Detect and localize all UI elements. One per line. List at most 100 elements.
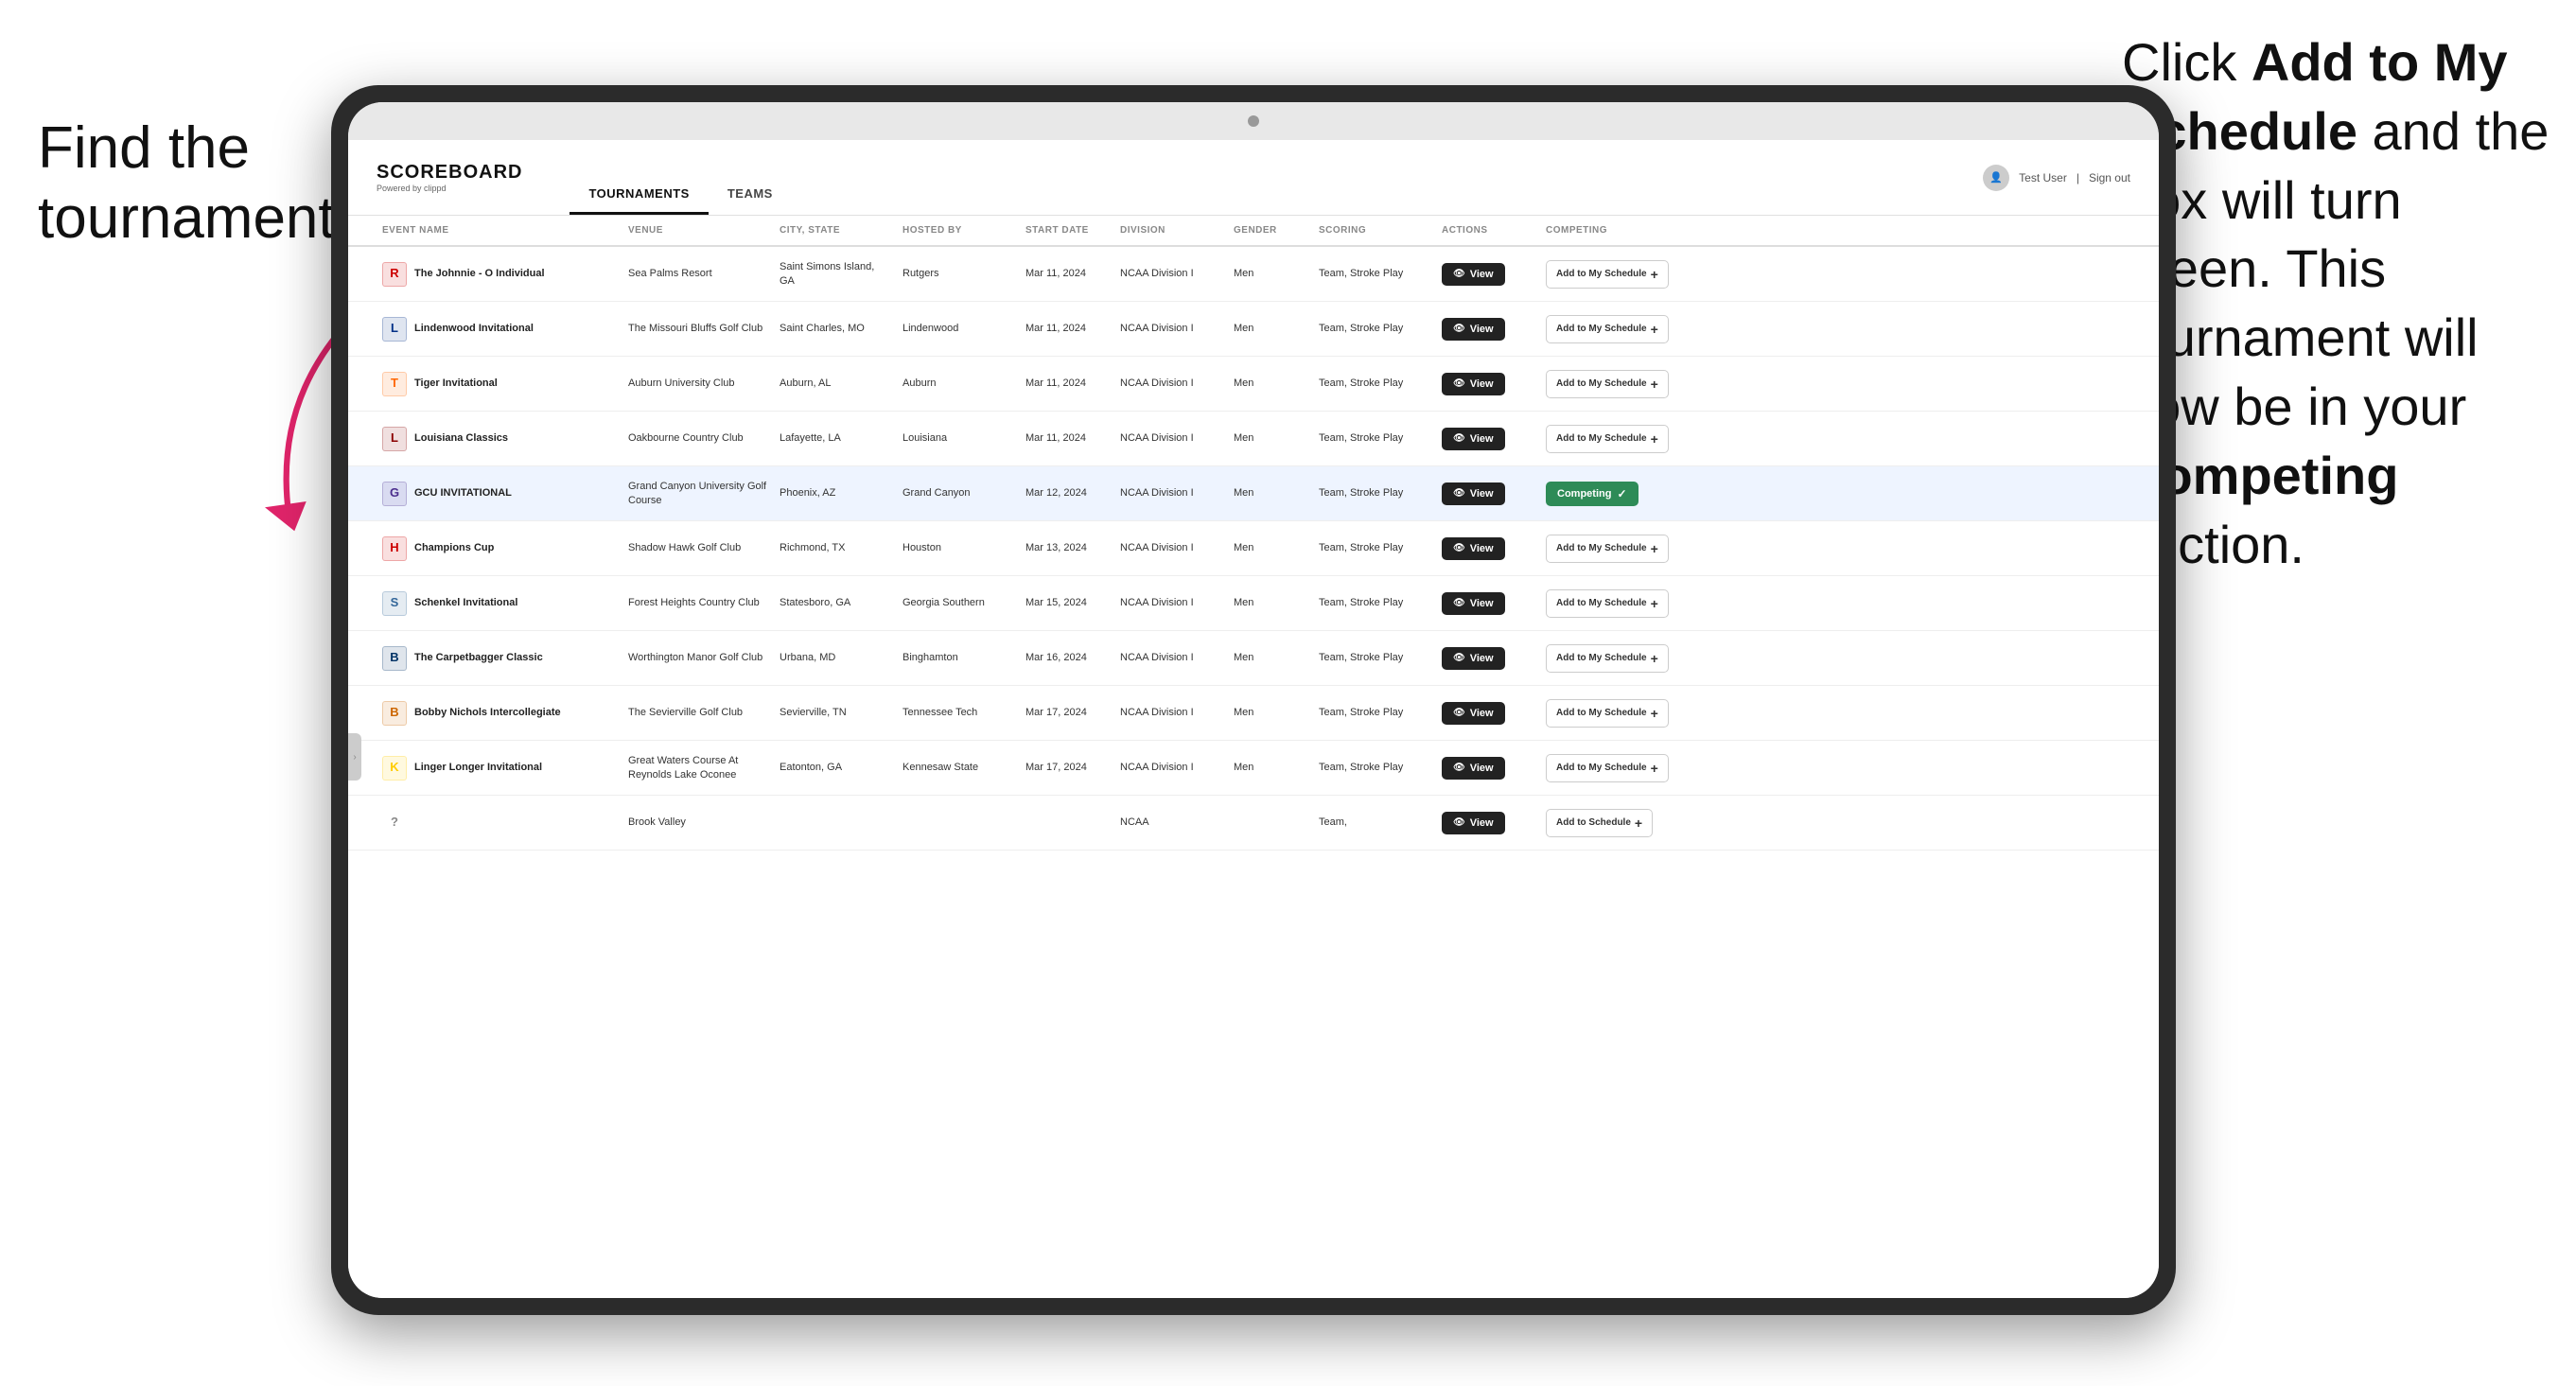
plus-icon: + [1651,322,1658,337]
eye-icon: 👁 [1453,598,1465,608]
hosted-by-cell: Georgia Southern [897,588,1020,617]
event-name-text: Linger Longer Invitational [414,761,542,774]
view-button[interactable]: 👁 View [1442,757,1505,780]
start-date-cell: Mar 15, 2024 [1020,588,1114,617]
table-row: S Schenkel Invitational Forest Heights C… [348,576,2159,631]
view-button[interactable]: 👁 View [1442,702,1505,725]
division-cell: NCAA Division I [1114,534,1228,562]
competing-cell: Add to My Schedule + [1540,417,1701,461]
start-date-cell: Mar 16, 2024 [1020,643,1114,672]
plus-icon: + [1651,377,1658,392]
sign-out-link[interactable]: Sign out [2089,171,2130,184]
city-state-cell: Saint Charles, MO [774,314,897,342]
checkmark-icon: ✓ [1617,487,1626,500]
right-annotation: Click Add to My Schedule and the box wil… [2122,28,2557,579]
plus-icon: + [1651,431,1658,447]
view-button[interactable]: 👁 View [1442,482,1505,505]
add-schedule-label: Add to My Schedule [1556,433,1647,444]
tab-tournaments[interactable]: TOURNAMENTS [570,175,708,215]
scoring-cell: Team, Stroke Play [1313,753,1436,781]
add-schedule-label: Add to My Schedule [1556,324,1647,334]
actions-cell: 👁 View [1436,694,1540,732]
event-name-text: Bobby Nichols Intercollegiate [414,706,561,719]
event-name-cell: R The Johnnie - O Individual [377,254,622,294]
venue-cell: Forest Heights Country Club [622,588,774,617]
team-logo: K [382,756,407,781]
logo-title: SCOREBOARD [377,162,522,184]
competing-cell: Add to My Schedule + [1540,527,1701,570]
plus-icon: + [1651,761,1658,776]
add-to-schedule-button[interactable]: Add to Schedule + [1546,809,1653,837]
tab-teams[interactable]: TEAMS [709,175,792,215]
competing-button[interactable]: Competing ✓ [1546,482,1638,506]
add-schedule-label: Add to My Schedule [1556,378,1647,389]
add-to-schedule-button[interactable]: Add to My Schedule + [1546,425,1669,453]
competing-cell: Add to My Schedule + [1540,582,1701,625]
scoring-cell: Team, Stroke Play [1313,259,1436,288]
hosted-by-cell: Houston [897,534,1020,562]
division-cell: NCAA Division I [1114,588,1228,617]
team-logo: B [382,701,407,726]
view-button[interactable]: 👁 View [1442,263,1505,286]
scoring-cell: Team, Stroke Play [1313,698,1436,727]
table-row: L Lindenwood Invitational The Missouri B… [348,302,2159,357]
view-button[interactable]: 👁 View [1442,647,1505,670]
division-cell: NCAA Division I [1114,369,1228,397]
competing-cell: Add to My Schedule + [1540,253,1701,296]
division-cell: NCAA Division I [1114,753,1228,781]
add-to-schedule-button[interactable]: Add to My Schedule + [1546,589,1669,618]
start-date-cell: Mar 11, 2024 [1020,424,1114,452]
start-date-cell: Mar 12, 2024 [1020,479,1114,507]
division-cell: NCAA [1114,808,1228,836]
nav-tabs: TOURNAMENTS TEAMS [570,140,791,215]
start-date-cell [1020,816,1114,831]
competing-cell: Add to My Schedule + [1540,307,1701,351]
event-name-text: Schenkel Invitational [414,596,517,609]
sidebar-tab[interactable]: › [348,733,361,781]
user-area: 👤 Test User | Sign out [1983,165,2130,191]
th-event-name: EVENT NAME [377,216,622,245]
view-button[interactable]: 👁 View [1442,812,1505,834]
event-name-text: The Johnnie - O Individual [414,267,545,280]
gender-cell: Men [1228,424,1313,452]
add-to-schedule-button[interactable]: Add to My Schedule + [1546,260,1669,289]
add-to-schedule-button[interactable]: Add to My Schedule + [1546,754,1669,782]
eye-icon: 👁 [1453,378,1465,389]
division-cell: NCAA Division I [1114,643,1228,672]
add-to-schedule-button[interactable]: Add to My Schedule + [1546,644,1669,673]
user-name: Test User [2019,171,2067,184]
venue-cell: The Missouri Bluffs Golf Club [622,314,774,342]
team-logo: L [382,427,407,451]
division-cell: NCAA Division I [1114,479,1228,507]
event-name-text: Louisiana Classics [414,431,508,445]
start-date-cell: Mar 13, 2024 [1020,534,1114,562]
event-name-cell: H Champions Cup [377,529,622,569]
division-cell: NCAA Division I [1114,424,1228,452]
add-to-schedule-button[interactable]: Add to My Schedule + [1546,699,1669,728]
view-button[interactable]: 👁 View [1442,537,1505,560]
team-logo: R [382,262,407,287]
gender-cell: Men [1228,698,1313,727]
add-schedule-label: Add to My Schedule [1556,653,1647,663]
eye-icon: 👁 [1453,817,1465,828]
venue-cell: Great Waters Course At Reynolds Lake Oco… [622,746,774,789]
view-button[interactable]: 👁 View [1442,318,1505,341]
th-actions: ACTIONS [1436,216,1540,245]
team-logo: G [382,482,407,506]
gender-cell: Men [1228,534,1313,562]
logo-area: SCOREBOARD Powered by clippd [377,162,522,193]
view-button[interactable]: 👁 View [1442,373,1505,395]
eye-icon: 👁 [1453,653,1465,663]
actions-cell: 👁 View [1436,255,1540,293]
view-button[interactable]: 👁 View [1442,592,1505,615]
actions-cell: 👁 View [1436,530,1540,568]
hosted-by-cell: Grand Canyon [897,479,1020,507]
add-to-schedule-button[interactable]: Add to My Schedule + [1546,370,1669,398]
add-to-schedule-button[interactable]: Add to My Schedule + [1546,315,1669,343]
table-header: EVENT NAME VENUE CITY, STATE HOSTED BY S… [348,216,2159,247]
view-button[interactable]: 👁 View [1442,428,1505,450]
add-to-schedule-button[interactable]: Add to My Schedule + [1546,535,1669,563]
venue-cell: Worthington Manor Golf Club [622,643,774,672]
city-state-cell [774,816,897,831]
event-name-cell: S Schenkel Invitational [377,584,622,623]
